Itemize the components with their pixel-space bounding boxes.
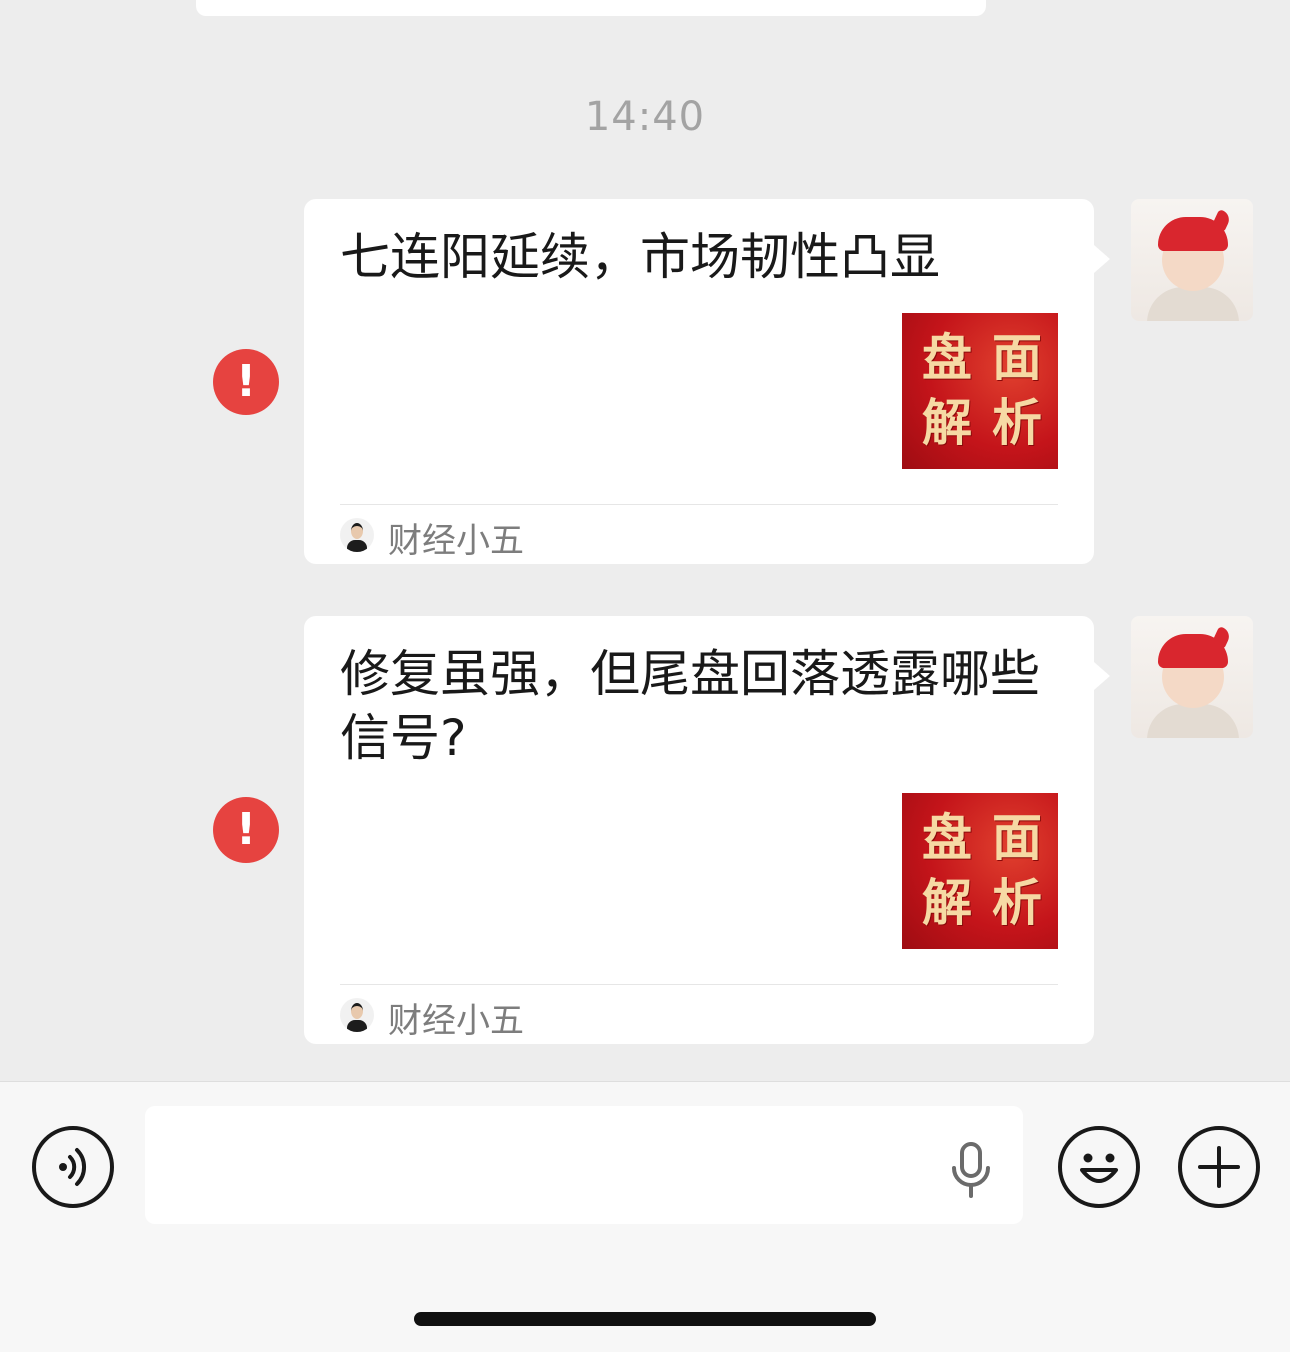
article-thumbnail: 盘 面 解 析 [902,793,1058,949]
thumbnail-char: 盘 [922,328,972,387]
user-avatar[interactable] [1131,199,1253,321]
thumbnail-char: 析 [992,873,1042,932]
previous-message-card-fragment [196,0,986,16]
source-name: 财经小五 [388,521,524,561]
message-input[interactable] [145,1106,1023,1224]
user-avatar[interactable] [1131,616,1253,738]
home-indicator[interactable] [414,1312,876,1326]
chat-input-bar [0,1081,1290,1352]
voice-icon [59,1148,87,1186]
emoji-icon [1080,1153,1118,1183]
thumbnail-char: 面 [992,808,1042,867]
article-thumbnail: 盘 面 解 析 [902,313,1058,469]
source-name: 财经小五 [388,1001,524,1041]
article-title: 七连阳延续，市场韧性凸显 [340,228,940,286]
thumbnail-char: 面 [992,328,1042,387]
thumbnail-char: 解 [922,393,972,452]
source-avatar [340,998,374,1032]
source-avatar [340,518,374,552]
emoji-button[interactable] [1058,1126,1140,1208]
article-card[interactable]: 七连阳延续，市场韧性凸显 盘 面 解 析 财经小五 [304,199,1110,564]
thumbnail-char: 解 [922,873,972,932]
microphone-icon[interactable] [946,1140,996,1200]
send-failed-error-icon[interactable]: ! [213,349,279,415]
article-card[interactable]: 修复虽强，但尾盘回落透露哪些信号? 盘 面 解 析 财经小五 [304,616,1110,1044]
card-divider [340,984,1058,985]
plus-icon [1198,1146,1240,1188]
more-options-button[interactable] [1178,1126,1260,1208]
thumbnail-char: 析 [992,393,1042,452]
thumbnail-char: 盘 [922,808,972,867]
article-title: 修复虽强，但尾盘回落透露哪些信号? [340,645,1040,767]
card-divider [340,504,1058,505]
voice-toggle-button[interactable] [32,1126,114,1208]
send-failed-error-icon[interactable]: ! [213,797,279,863]
message-timestamp: 14:40 [584,94,706,140]
